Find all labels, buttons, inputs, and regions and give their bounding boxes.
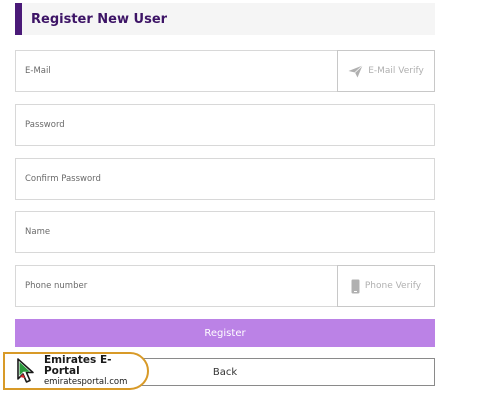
paper-plane-icon <box>348 64 363 77</box>
register-page: Register New User E-Mail Verify Phone Ve… <box>0 0 497 400</box>
password-field <box>15 104 435 146</box>
watermark-logo: Emirates E-Portal emiratesportal.com <box>3 352 149 390</box>
mobile-phone-icon <box>351 279 360 293</box>
email-field: E-Mail Verify <box>15 50 435 92</box>
phone-input[interactable] <box>16 265 337 307</box>
phone-verify-label: Phone Verify <box>364 281 422 291</box>
confirm-password-input[interactable] <box>16 158 434 200</box>
watermark-text: Emirates E-Portal emiratesportal.com <box>43 353 147 387</box>
email-verify-button[interactable]: E-Mail Verify <box>337 50 435 92</box>
register-button[interactable]: Register <box>15 319 435 347</box>
email-input[interactable] <box>16 50 337 92</box>
phone-field: Phone Verify <box>15 265 435 307</box>
confirm-password-field <box>15 158 435 200</box>
page-title: Register New User <box>31 11 168 27</box>
cursor-arrow-icon <box>17 358 34 383</box>
register-button-label: Register <box>204 327 246 339</box>
name-field <box>15 211 435 253</box>
password-input[interactable] <box>16 104 434 146</box>
watermark-title: Emirates E-Portal <box>43 353 112 378</box>
watermark-url: emiratesportal.com <box>43 376 128 387</box>
email-verify-label: E-Mail Verify <box>368 66 424 76</box>
back-button-label: Back <box>212 366 238 378</box>
page-header: Register New User <box>15 3 435 35</box>
phone-verify-button[interactable]: Phone Verify <box>337 265 435 307</box>
name-input[interactable] <box>16 211 434 253</box>
